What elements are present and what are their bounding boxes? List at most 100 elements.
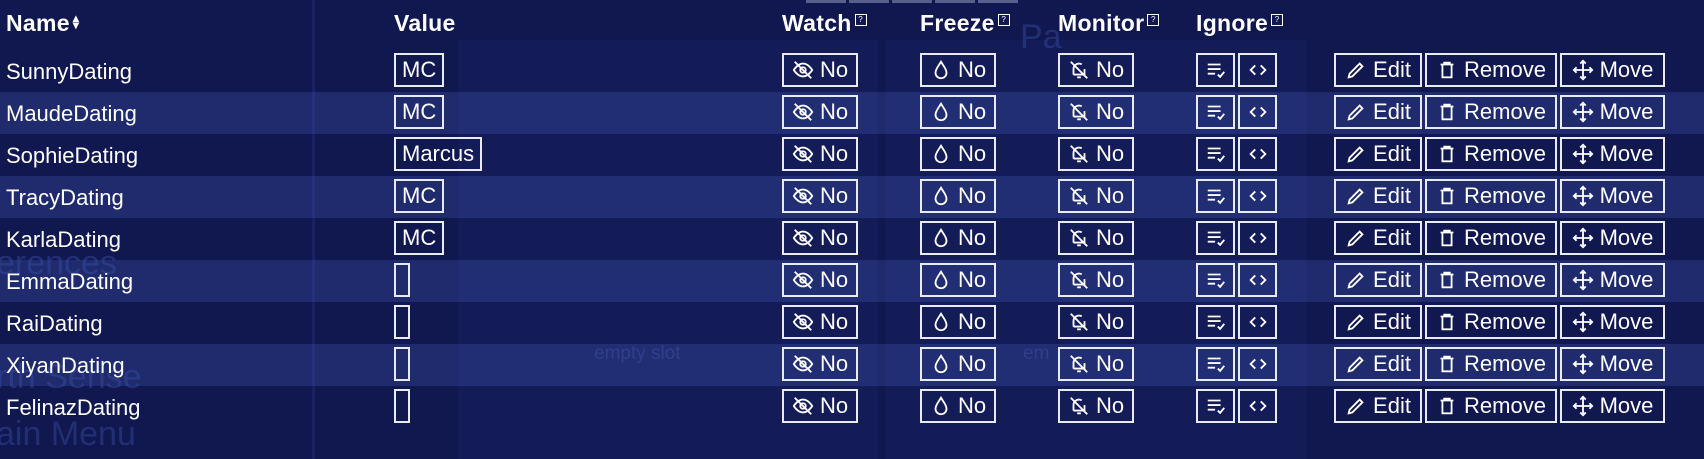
freeze-label: No	[957, 267, 987, 292]
value-field[interactable]: MC	[394, 53, 445, 87]
freeze-toggle-button[interactable]: No	[920, 305, 996, 339]
ignore-code-button[interactable]	[1238, 179, 1277, 213]
droplet-icon	[930, 59, 952, 81]
value-field[interactable]: MC	[394, 95, 445, 129]
watch-toggle-button[interactable]: No	[782, 53, 858, 87]
move-button[interactable]: Move	[1560, 53, 1665, 87]
trash-icon	[1436, 227, 1458, 249]
help-icon[interactable]: ?	[1147, 14, 1160, 26]
eye-off-icon	[792, 311, 814, 333]
edit-button[interactable]: Edit	[1334, 389, 1422, 423]
remove-button[interactable]: Remove	[1425, 305, 1557, 339]
remove-button[interactable]: Remove	[1425, 389, 1557, 423]
monitor-toggle-button[interactable]: No	[1058, 95, 1134, 129]
move-button[interactable]: Move	[1560, 221, 1665, 255]
remove-button[interactable]: Remove	[1425, 137, 1557, 171]
move-button[interactable]: Move	[1560, 263, 1665, 297]
watch-toggle-button[interactable]: No	[782, 347, 858, 381]
ignore-list-button[interactable]	[1196, 263, 1235, 297]
freeze-toggle-button[interactable]: No	[920, 347, 996, 381]
help-icon[interactable]: ?	[854, 14, 867, 26]
ignore-code-button[interactable]	[1238, 95, 1277, 129]
monitor-toggle-button[interactable]: No	[1058, 221, 1134, 255]
monitor-toggle-button[interactable]: No	[1058, 305, 1134, 339]
value-field[interactable]: MC	[394, 179, 445, 213]
ignore-list-button[interactable]	[1196, 137, 1235, 171]
edit-button[interactable]: Edit	[1334, 347, 1422, 381]
ignore-list-button[interactable]	[1196, 305, 1235, 339]
edit-button[interactable]: Edit	[1334, 305, 1422, 339]
watch-label: No	[819, 99, 849, 124]
freeze-toggle-button[interactable]: No	[920, 179, 996, 213]
ignore-code-button[interactable]	[1238, 53, 1277, 87]
monitor-label: No	[1095, 267, 1125, 292]
ignore-list-button[interactable]	[1196, 53, 1235, 87]
move-button[interactable]: Move	[1560, 179, 1665, 213]
ignore-code-button[interactable]	[1238, 305, 1277, 339]
watch-toggle-button[interactable]: No	[782, 179, 858, 213]
edit-button[interactable]: Edit	[1334, 95, 1422, 129]
remove-button[interactable]: Remove	[1425, 347, 1557, 381]
monitor-toggle-button[interactable]: No	[1058, 179, 1134, 213]
ignore-code-button[interactable]	[1238, 347, 1277, 381]
value-field[interactable]	[394, 263, 410, 297]
ignore-list-button[interactable]	[1196, 179, 1235, 213]
edit-button[interactable]: Edit	[1334, 179, 1422, 213]
monitor-toggle-button[interactable]: No	[1058, 263, 1134, 297]
trash-icon	[1436, 353, 1458, 375]
move-button[interactable]: Move	[1560, 347, 1665, 381]
remove-button[interactable]: Remove	[1425, 263, 1557, 297]
sort-icon[interactable]: ▴ ▾	[73, 12, 79, 31]
value-field[interactable]	[394, 389, 410, 423]
freeze-toggle-button[interactable]: No	[920, 389, 996, 423]
ignore-code-button[interactable]	[1238, 389, 1277, 423]
value-field[interactable]	[394, 347, 410, 381]
ignore-list-button[interactable]	[1196, 347, 1235, 381]
monitor-toggle-button[interactable]: No	[1058, 389, 1134, 423]
column-header-name[interactable]: Name ▴ ▾	[6, 10, 79, 37]
remove-label: Remove	[1464, 225, 1546, 250]
ignore-code-button[interactable]	[1238, 137, 1277, 171]
ignore-list-button[interactable]	[1196, 95, 1235, 129]
freeze-toggle-button[interactable]: No	[920, 221, 996, 255]
ignore-list-button[interactable]	[1196, 221, 1235, 255]
edit-button[interactable]: Edit	[1334, 263, 1422, 297]
freeze-toggle-button[interactable]: No	[920, 95, 996, 129]
watch-toggle-button[interactable]: No	[782, 95, 858, 129]
ignore-list-button[interactable]	[1196, 389, 1235, 423]
ignore-code-button[interactable]	[1238, 263, 1277, 297]
remove-button[interactable]: Remove	[1425, 95, 1557, 129]
edit-button[interactable]: Edit	[1334, 137, 1422, 171]
watch-toggle-button[interactable]: No	[782, 221, 858, 255]
remove-button[interactable]: Remove	[1425, 179, 1557, 213]
watch-label: No	[819, 267, 849, 292]
watch-toggle-button[interactable]: No	[782, 263, 858, 297]
watch-toggle-button[interactable]: No	[782, 389, 858, 423]
edit-button[interactable]: Edit	[1334, 53, 1422, 87]
ignore-code-button[interactable]	[1238, 221, 1277, 255]
edit-button[interactable]: Edit	[1334, 221, 1422, 255]
monitor-toggle-button[interactable]: No	[1058, 137, 1134, 171]
value-field[interactable]	[394, 305, 410, 339]
monitor-toggle-button[interactable]: No	[1058, 53, 1134, 87]
value-field[interactable]: Marcus	[394, 137, 483, 171]
move-button[interactable]: Move	[1560, 95, 1665, 129]
freeze-toggle-button[interactable]: No	[920, 137, 996, 171]
freeze-toggle-button[interactable]: No	[920, 263, 996, 297]
monitor-toggle-button[interactable]: No	[1058, 347, 1134, 381]
column-header-ignore: Ignore ?	[1196, 10, 1284, 37]
move-button[interactable]: Move	[1560, 305, 1665, 339]
help-icon[interactable]: ?	[1271, 14, 1284, 26]
move-button[interactable]: Move	[1560, 389, 1665, 423]
remove-button[interactable]: Remove	[1425, 53, 1557, 87]
help-icon[interactable]: ?	[997, 14, 1010, 26]
droplet-icon	[930, 143, 952, 165]
code-icon	[1247, 59, 1269, 81]
remove-button[interactable]: Remove	[1425, 221, 1557, 255]
freeze-toggle-button[interactable]: No	[920, 53, 996, 87]
watch-toggle-button[interactable]: No	[782, 305, 858, 339]
watch-toggle-button[interactable]: No	[782, 137, 858, 171]
value-field[interactable]: MC	[394, 221, 445, 255]
remove-label: Remove	[1464, 99, 1546, 124]
move-button[interactable]: Move	[1560, 137, 1665, 171]
